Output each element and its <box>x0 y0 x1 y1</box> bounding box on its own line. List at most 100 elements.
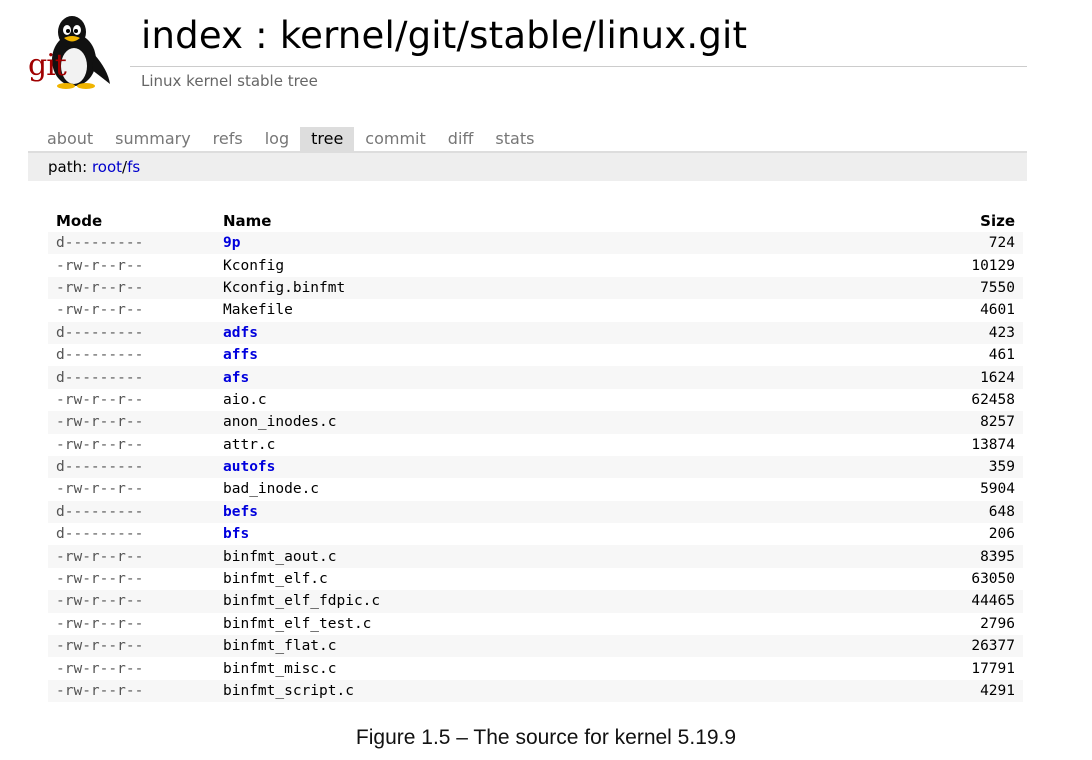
column-header-size: Size <box>980 212 1015 230</box>
file-size: 13874 <box>971 436 1015 453</box>
file-size: 461 <box>988 347 1015 364</box>
file-size: 10129 <box>971 257 1015 274</box>
file-size: 4291 <box>815 679 1023 703</box>
directory-link[interactable]: affs <box>215 344 816 366</box>
file-mode: -rw-r--r-- <box>56 660 144 677</box>
table-row[interactable]: d--------- adfs 423 <box>48 321 1023 344</box>
file-mode: -rw-r--r-- <box>48 679 215 703</box>
file-mode: d--------- <box>48 321 215 344</box>
file-size: 648 <box>815 500 1023 524</box>
file-mode: d--------- <box>48 455 215 479</box>
file-size: 4601 <box>980 302 1015 319</box>
file-list-table: Mode Name Size d--------- 9p 724 -rw-r--r--… <box>48 210 1023 703</box>
file-mode: -rw-r--r-- <box>48 635 215 658</box>
file-size: 359 <box>815 455 1023 479</box>
directory-link[interactable]: adfs <box>215 321 816 344</box>
table-row[interactable]: d--------- befs 648 <box>48 500 1023 524</box>
file-link[interactable]: binfmt_flat.c <box>215 635 816 658</box>
file-mode: -rw-r--r-- <box>56 391 144 408</box>
table-header-row: Mode Name Size <box>48 210 1023 232</box>
directory-link[interactable]: befs <box>215 500 816 524</box>
file-link[interactable]: Kconfig.binfmt <box>215 276 816 300</box>
file-link[interactable]: Kconfig <box>215 254 816 276</box>
table-row[interactable]: -rw-r--r-- binfmt_flat.c 26377 <box>48 635 1023 658</box>
tab-refs[interactable]: refs <box>202 127 254 151</box>
table-row[interactable]: -rw-r--r-- aio.c 62458 <box>48 389 1023 411</box>
table-row[interactable]: -rw-r--r-- Makefile 4601 <box>48 299 1023 321</box>
file-link[interactable]: binfmt_misc.c <box>215 657 816 679</box>
table-row[interactable]: -rw-r--r-- bad_inode.c 5904 <box>48 478 1023 500</box>
directory-link[interactable]: 9p <box>215 232 816 255</box>
file-size: 44465 <box>815 590 1023 613</box>
table-row[interactable]: -rw-r--r-- attr.c 13874 <box>48 434 1023 456</box>
tab-commit[interactable]: commit <box>354 127 436 151</box>
file-size: 724 <box>815 232 1023 255</box>
file-mode: -rw-r--r-- <box>56 615 144 632</box>
table-row[interactable]: d--------- autofs 359 <box>48 455 1023 479</box>
table-row[interactable]: -rw-r--r-- binfmt_misc.c 17791 <box>48 657 1023 679</box>
table-row[interactable]: -rw-r--r-- binfmt_elf_fdpic.c 44465 <box>48 590 1023 613</box>
file-link[interactable]: aio.c <box>215 389 816 411</box>
repo-index-link[interactable]: index : kernel/git/stable/linux.git <box>141 14 747 57</box>
table-row[interactable]: -rw-r--r-- binfmt_script.c 4291 <box>48 679 1023 703</box>
git-logo[interactable]: git <box>28 10 116 90</box>
logo-text: git <box>28 48 67 83</box>
nav-tabs: about summary refs log tree commit diff … <box>36 127 545 151</box>
file-link[interactable]: binfmt_elf_fdpic.c <box>215 590 816 613</box>
file-link[interactable]: anon_inodes.c <box>215 411 816 434</box>
table-row[interactable]: -rw-r--r-- anon_inodes.c 8257 <box>48 411 1023 434</box>
path-root-link[interactable]: root <box>92 158 122 176</box>
table-row[interactable]: -rw-r--r-- binfmt_aout.c 8395 <box>48 545 1023 568</box>
file-size: 17791 <box>971 660 1015 677</box>
file-mode: d--------- <box>48 366 215 389</box>
table-row[interactable]: -rw-r--r-- Kconfig.binfmt 7550 <box>48 276 1023 300</box>
tab-tree[interactable]: tree <box>300 127 355 151</box>
file-mode: -rw-r--r-- <box>56 481 144 498</box>
file-size: 1624 <box>815 366 1023 389</box>
table-row[interactable]: -rw-r--r-- binfmt_elf.c 63050 <box>48 568 1023 590</box>
file-link[interactable]: binfmt_script.c <box>215 679 816 703</box>
path-fs-link[interactable]: fs <box>127 158 140 176</box>
path-label: path: <box>48 158 92 176</box>
file-link[interactable]: bad_inode.c <box>215 478 816 500</box>
tab-stats[interactable]: stats <box>484 127 545 151</box>
table-row[interactable]: d--------- bfs 206 <box>48 523 1023 545</box>
file-size: 206 <box>988 526 1015 543</box>
file-size: 62458 <box>971 391 1015 408</box>
repo-description: Linux kernel stable tree <box>141 72 318 90</box>
file-size: 7550 <box>815 276 1023 300</box>
page-title: index : kernel/git/stable/linux.git <box>141 14 747 57</box>
tab-summary[interactable]: summary <box>104 127 202 151</box>
table-row[interactable]: -rw-r--r-- binfmt_elf_test.c 2796 <box>48 613 1023 635</box>
directory-link[interactable]: autofs <box>215 455 816 479</box>
file-mode: -rw-r--r-- <box>56 302 144 319</box>
file-link[interactable]: Makefile <box>215 299 816 321</box>
file-link[interactable]: binfmt_aout.c <box>215 545 816 568</box>
title-divider <box>130 66 1027 67</box>
file-size: 5904 <box>980 481 1015 498</box>
file-size: 63050 <box>971 571 1015 588</box>
file-mode: -rw-r--r-- <box>56 257 144 274</box>
file-link[interactable]: binfmt_elf.c <box>215 568 816 590</box>
tab-log[interactable]: log <box>254 127 300 151</box>
path-bar: path: root/fs <box>28 151 1027 181</box>
file-mode: d--------- <box>56 526 144 543</box>
directory-link[interactable]: bfs <box>215 523 816 545</box>
table-row[interactable]: d--------- affs 461 <box>48 344 1023 366</box>
tab-diff[interactable]: diff <box>437 127 485 151</box>
figure-caption: Figure 1.5 – The source for kernel 5.19.… <box>355 726 737 749</box>
table-row[interactable]: -rw-r--r-- Kconfig 10129 <box>48 254 1023 276</box>
table-row[interactable]: d--------- afs 1624 <box>48 366 1023 389</box>
file-mode: -rw-r--r-- <box>48 545 215 568</box>
file-mode: -rw-r--r-- <box>56 571 144 588</box>
tab-about[interactable]: about <box>36 127 104 151</box>
file-size: 8257 <box>815 411 1023 434</box>
column-header-mode: Mode <box>56 212 103 230</box>
file-mode: -rw-r--r-- <box>48 411 215 434</box>
file-size: 2796 <box>980 615 1015 632</box>
file-link[interactable]: binfmt_elf_test.c <box>215 613 816 635</box>
file-mode: -rw-r--r-- <box>48 276 215 300</box>
table-row[interactable]: d--------- 9p 724 <box>48 232 1023 255</box>
file-link[interactable]: attr.c <box>215 434 816 456</box>
directory-link[interactable]: afs <box>215 366 816 389</box>
